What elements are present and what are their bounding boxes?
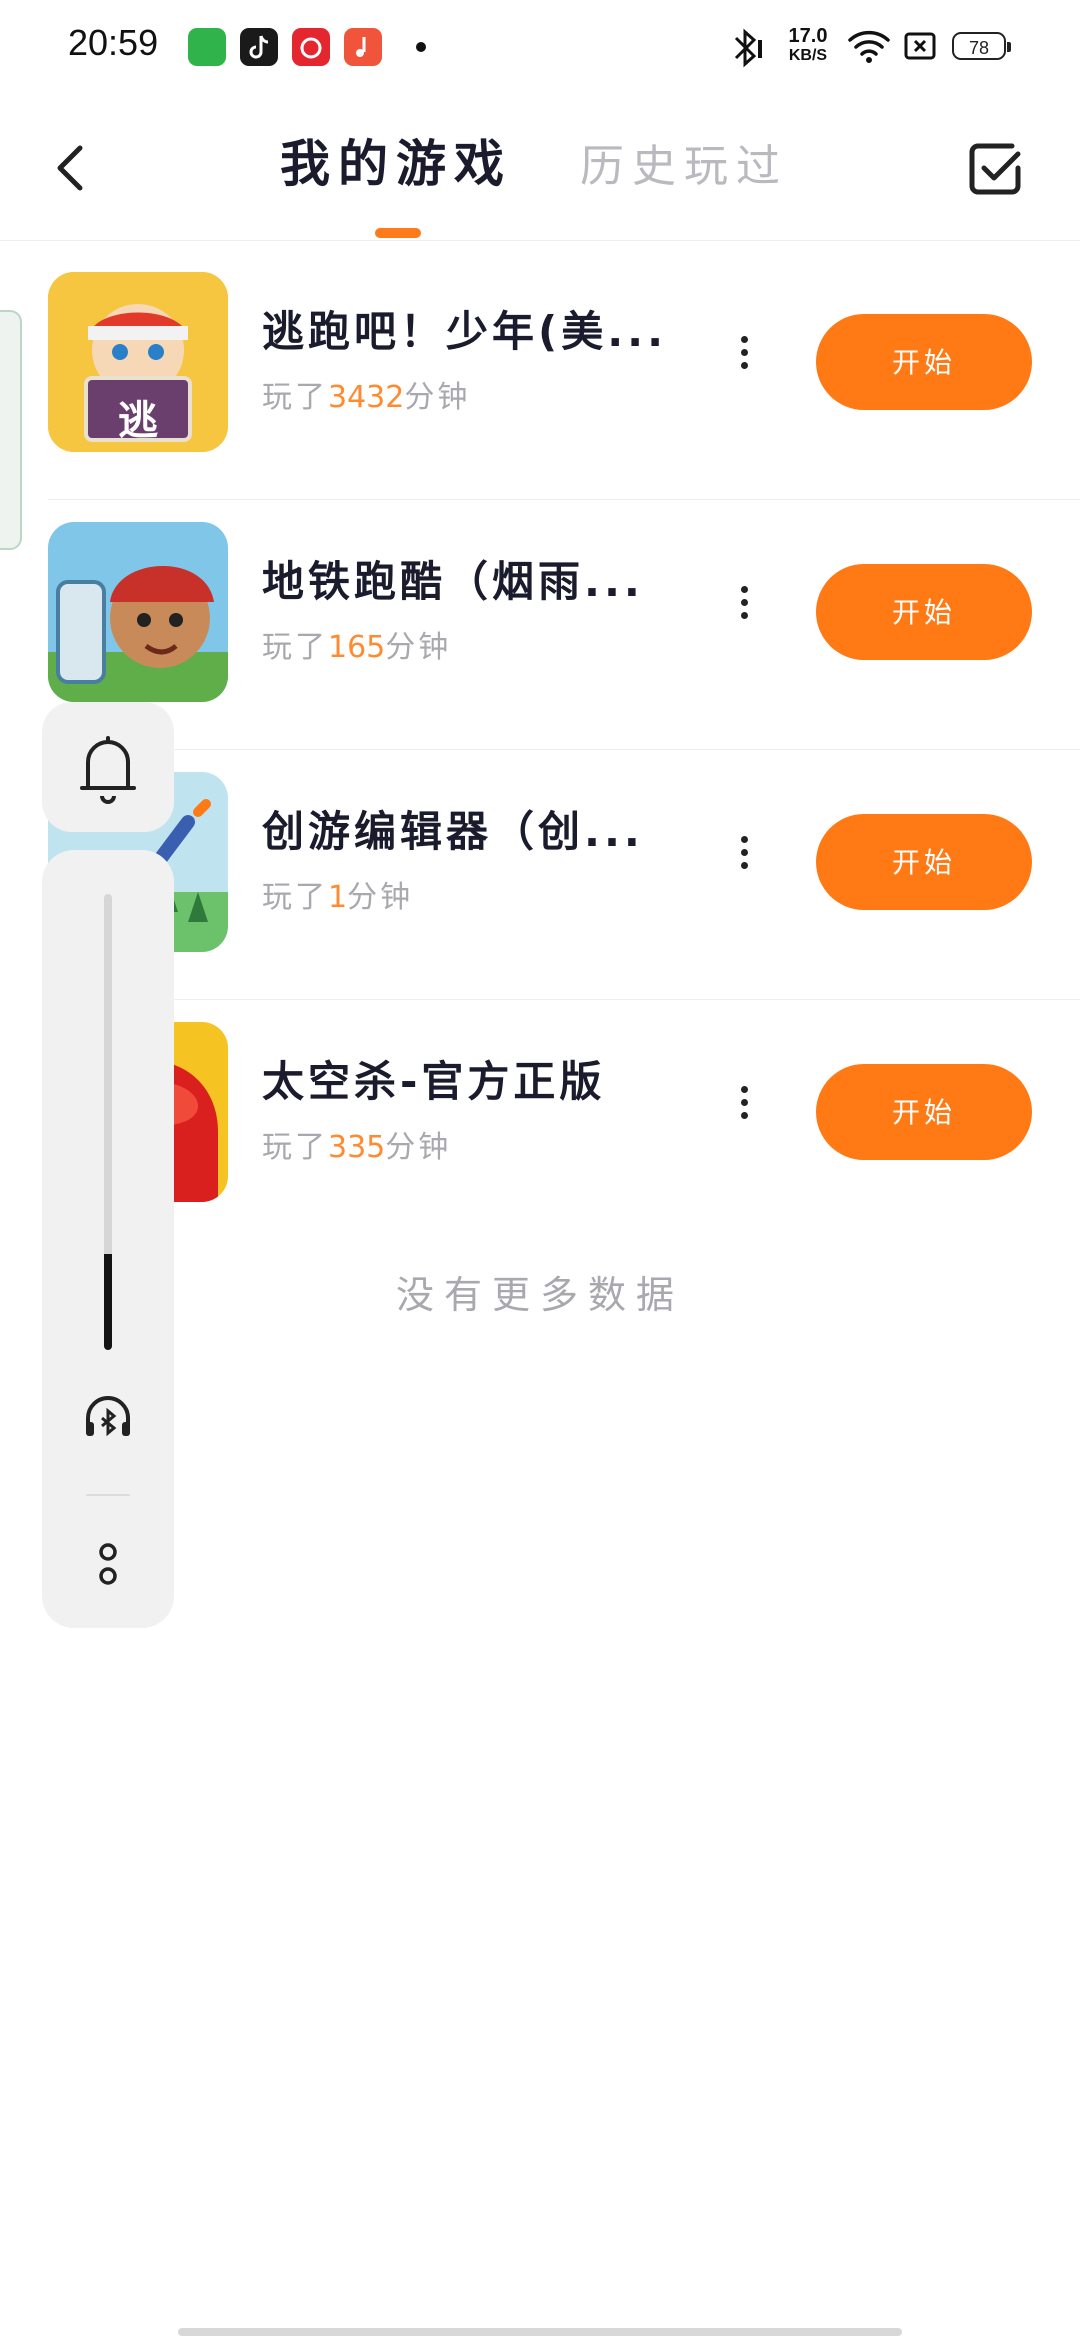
- bluetooth-headset-icon[interactable]: [82, 1390, 134, 1442]
- start-button[interactable]: 开始: [816, 314, 1032, 410]
- game-row[interactable]: 创游编辑器（创... 玩了1分钟 开始: [48, 750, 1080, 1000]
- douyin-icon: [240, 28, 278, 66]
- volume-slider[interactable]: [104, 894, 112, 1350]
- play-time-suffix: 分钟: [385, 1130, 452, 1165]
- netease-music-icon: [292, 28, 330, 66]
- more-options-icon[interactable]: [724, 330, 764, 390]
- play-time-prefix: 玩了: [262, 380, 328, 415]
- play-time: 玩了335分钟: [262, 1122, 451, 1166]
- play-time: 玩了3432分钟: [262, 372, 470, 416]
- sim-off-icon: [904, 32, 936, 60]
- game-title: 太空杀-官方正版: [262, 1057, 606, 1106]
- app-store-icon: [188, 28, 226, 66]
- play-time: 玩了165分钟: [262, 622, 451, 666]
- volume-panel: [42, 850, 174, 1628]
- bluetooth-icon: [734, 28, 762, 68]
- status-bar: 20:59 17.0 KB/S 78: [0, 0, 1080, 96]
- more-options-icon[interactable]: [94, 1540, 122, 1592]
- divider: [86, 1494, 130, 1496]
- play-time: 玩了1分钟: [262, 872, 413, 916]
- clock: 20:59: [68, 22, 159, 63]
- game-row[interactable]: 逃 逃跑吧！少年(美... 玩了3432分钟 开始: [48, 250, 1080, 500]
- music-icon: [344, 28, 382, 66]
- gesture-navigation-bar[interactable]: [178, 2328, 902, 2336]
- play-time-suffix: 分钟: [347, 880, 414, 915]
- more-options-icon[interactable]: [724, 580, 764, 640]
- ringer-mode-button[interactable]: [42, 702, 174, 832]
- start-button[interactable]: 开始: [816, 564, 1032, 660]
- play-time-minutes: 3432: [328, 380, 405, 415]
- game-icon-subway-surfers: [48, 522, 228, 702]
- network-speed-unit: KB/S: [788, 47, 828, 64]
- game-icon-label: 逃: [118, 398, 158, 444]
- play-time-prefix: 玩了: [262, 880, 328, 915]
- side-panel-handle[interactable]: [0, 310, 22, 550]
- play-time-suffix: 分钟: [404, 380, 471, 415]
- game-row[interactable]: 太空杀-官方正版 玩了335分钟 开始: [48, 1000, 1080, 1250]
- top-header: 我的游戏 历史玩过: [0, 96, 1080, 241]
- game-title: 逃跑吧！少年(美...: [262, 307, 668, 356]
- tab-history-played[interactable]: 历史玩过: [580, 130, 788, 194]
- network-speed: 17.0 KB/S: [780, 26, 836, 66]
- back-arrow-icon[interactable]: [44, 140, 100, 196]
- select-checkbox-icon[interactable]: [966, 138, 1026, 198]
- game-icon-escape: 逃: [48, 272, 228, 452]
- more-options-icon[interactable]: [724, 830, 764, 890]
- battery-indicator: 78: [952, 32, 1011, 60]
- tab-my-games[interactable]: 我的游戏: [280, 124, 512, 196]
- start-button[interactable]: 开始: [816, 814, 1032, 910]
- play-time-minutes: 1: [328, 880, 348, 915]
- game-title: 地铁跑酷（烟雨...: [262, 557, 644, 606]
- volume-level: [104, 1254, 112, 1350]
- play-time-minutes: 165: [328, 630, 386, 665]
- play-time-prefix: 玩了: [262, 1130, 328, 1165]
- active-tab-indicator: [375, 228, 421, 238]
- network-speed-value: 17.0: [788, 25, 828, 47]
- play-time-prefix: 玩了: [262, 630, 328, 665]
- game-row[interactable]: 地铁跑酷（烟雨... 玩了165分钟 开始: [48, 500, 1080, 750]
- game-title: 创游编辑器（创...: [262, 807, 644, 856]
- bell-icon: [80, 736, 136, 804]
- start-button[interactable]: 开始: [816, 1064, 1032, 1160]
- play-time-minutes: 335: [328, 1130, 386, 1165]
- notification-dot-icon: [416, 42, 426, 52]
- more-options-icon[interactable]: [724, 1080, 764, 1140]
- wifi-icon: [848, 30, 890, 63]
- play-time-suffix: 分钟: [385, 630, 452, 665]
